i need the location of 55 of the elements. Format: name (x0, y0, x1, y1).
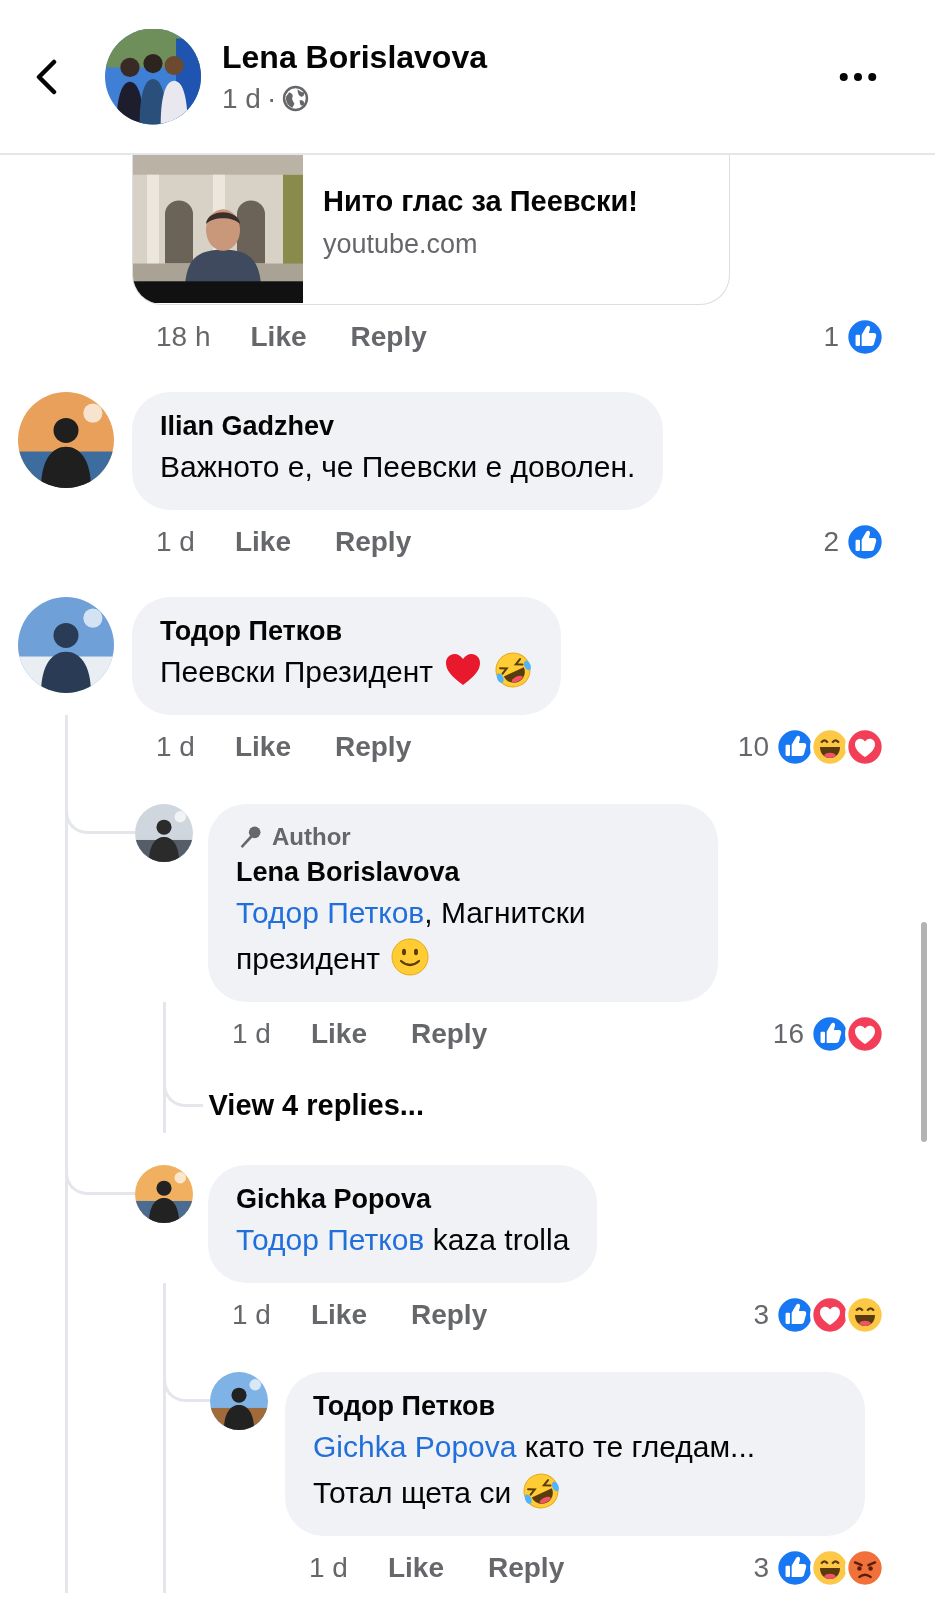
commenter-name[interactable]: Gichka Popova (236, 1181, 570, 1217)
link-title: Нито глас за Пеевски! (323, 184, 638, 219)
like-button[interactable]: Like (387, 1552, 444, 1584)
laughing-face-icon (845, 1295, 885, 1335)
mention-link[interactable]: Тодор Петков (236, 896, 425, 929)
smiling-face-emoji-icon (389, 937, 430, 977)
reply-button[interactable]: Reply (334, 526, 412, 558)
link-preview-card[interactable]: Нито глас за Пеевски! youtube.com (132, 155, 730, 305)
more-icon[interactable] (839, 71, 877, 82)
comment-text: Gichka Popova като те гледам... Тотал щета си (313, 1429, 757, 1513)
commenter-name[interactable]: Ilian Gadzhev (160, 408, 636, 444)
post-time: 1 d (222, 81, 261, 116)
globe-icon (282, 85, 310, 112)
scrollbar[interactable] (921, 922, 927, 1142)
like-button[interactable]: Like (310, 1299, 367, 1331)
like-button[interactable]: Like (250, 321, 307, 353)
laughing-tears-emoji-icon (521, 1471, 562, 1511)
comment-time: 1 d (309, 1552, 348, 1584)
author-label: Author (272, 822, 351, 852)
comment-text: Важното е, че Пеевски е доволен. (160, 449, 636, 485)
reply-button[interactable]: Reply (334, 731, 412, 763)
link-domain: youtube.com (323, 228, 479, 261)
thumbs-up-icon (845, 317, 885, 357)
commenter-name[interactable]: Тодор Петков (313, 1388, 837, 1424)
comment-time: 1 d (156, 731, 195, 763)
comment-time: 1 d (232, 1018, 271, 1050)
reaction-count: 3 (753, 1552, 769, 1584)
comment-time: 1 d (156, 526, 195, 558)
comment-text: Тодор Петков kaza trolla (236, 1222, 570, 1258)
reply-button[interactable]: Reply (410, 1018, 488, 1050)
reaction-count: 10 (737, 731, 769, 763)
angry-face-icon (845, 1548, 885, 1588)
reply-button[interactable]: Reply (350, 321, 427, 353)
reaction-count: 1 (823, 321, 839, 353)
reply-button[interactable]: Reply (410, 1299, 488, 1331)
reply-button[interactable]: Reply (487, 1552, 565, 1584)
like-button[interactable]: Like (234, 731, 291, 763)
like-button[interactable]: Like (234, 526, 291, 558)
commenter-name[interactable]: Тодор Петков (160, 613, 534, 649)
comment-time: 1 d (232, 1299, 271, 1331)
comment-text: Пеевски Президент (160, 649, 534, 695)
mention-link[interactable]: Gichka Popova (313, 1430, 517, 1463)
laughing-tears-emoji-icon (493, 650, 534, 690)
view-replies-link[interactable]: View 4 replies... (208, 1085, 424, 1125)
mention-link[interactable]: Тодор Петков (236, 1223, 425, 1256)
reaction-count: 16 (772, 1018, 804, 1050)
reaction-count: 2 (823, 526, 839, 558)
like-button[interactable]: Like (310, 1018, 367, 1050)
reaction-count: 3 (753, 1299, 769, 1331)
separator-dot: · (266, 81, 277, 116)
commenter-name[interactable]: Lena Borislavova (236, 854, 690, 890)
author-name[interactable]: Lena Borislavova (222, 36, 487, 77)
comment-time: 18 h (156, 321, 211, 353)
comment-text: Тодор Петков, Магнитски президент (236, 895, 587, 979)
thumbs-up-icon (845, 522, 885, 562)
